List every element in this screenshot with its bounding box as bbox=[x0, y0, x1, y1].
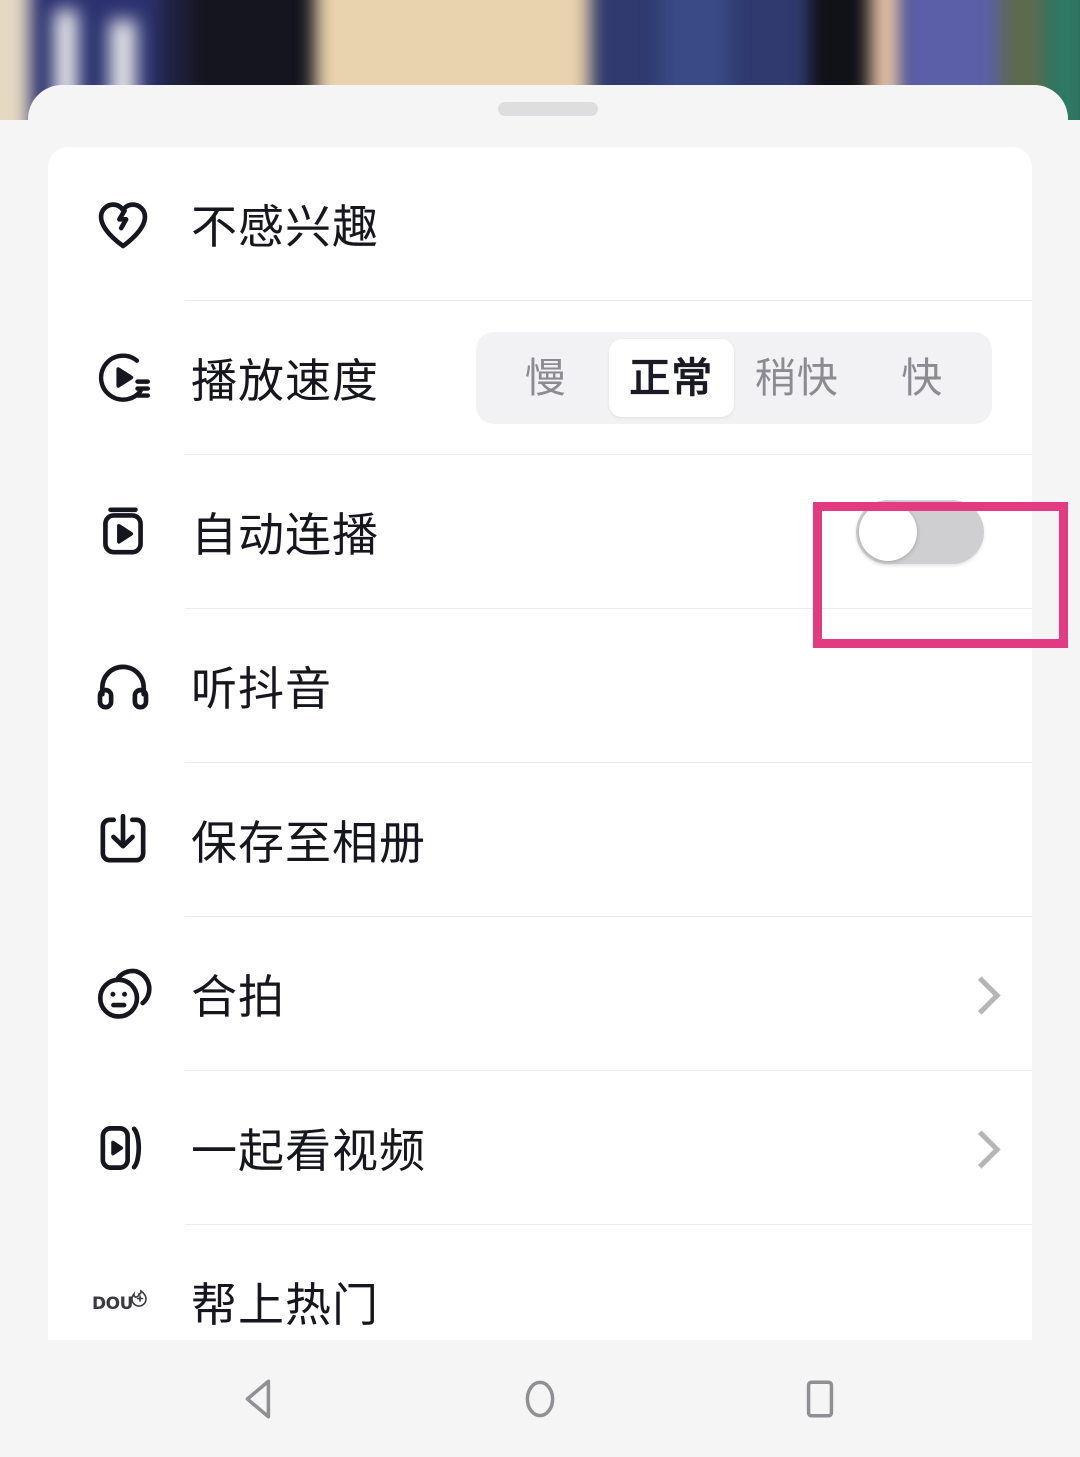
chevron-right-icon[interactable] bbox=[966, 1131, 986, 1165]
duet-face-icon bbox=[90, 961, 156, 1027]
auto-play-toggle[interactable] bbox=[856, 500, 984, 564]
duet-chevron-wrap bbox=[966, 977, 992, 1011]
menu-item-play-speed[interactable]: 播放速度 慢 正常 稍快 快 bbox=[48, 301, 1032, 455]
menu-item-auto-play[interactable]: 自动连播 bbox=[48, 455, 1032, 609]
menu-item-label: 听抖音 bbox=[191, 663, 332, 715]
menu-item-duet[interactable]: 合拍 bbox=[48, 917, 1032, 1071]
nav-recents-button[interactable] bbox=[775, 1354, 865, 1444]
speed-option-slow[interactable]: 慢 bbox=[483, 339, 609, 417]
nav-back-button[interactable] bbox=[215, 1354, 305, 1444]
menu-item-label: 保存至相册 bbox=[191, 817, 426, 869]
options-menu-card: 不感兴趣 播放速度 慢 正常 稍快 快 自动连播 听抖音 保存至相册 合拍 一起… bbox=[48, 147, 1032, 1340]
speed-option-normal[interactable]: 正常 bbox=[608, 339, 734, 417]
play-speed-segmented-control[interactable]: 慢 正常 稍快 快 bbox=[476, 332, 992, 424]
speed-option-fast[interactable]: 快 bbox=[860, 339, 986, 417]
menu-item-listen-douyin[interactable]: 听抖音 bbox=[48, 609, 1032, 763]
android-nav-bar bbox=[0, 1340, 1080, 1457]
speed-control-wrap: 慢 正常 稍快 快 bbox=[476, 332, 992, 424]
nav-home-button[interactable] bbox=[495, 1354, 585, 1444]
bottom-sheet: 不感兴趣 播放速度 慢 正常 稍快 快 自动连播 听抖音 保存至相册 合拍 一起… bbox=[28, 85, 1068, 1340]
headphones-icon bbox=[90, 653, 156, 719]
menu-item-label: 合拍 bbox=[191, 971, 285, 1023]
dou-plus-icon: DOU bbox=[90, 1269, 156, 1335]
download-icon bbox=[90, 807, 156, 873]
auto-play-icon bbox=[90, 499, 156, 565]
menu-item-save-to-album[interactable]: 保存至相册 bbox=[48, 763, 1032, 917]
play-speed-icon bbox=[90, 345, 156, 411]
drag-handle[interactable] bbox=[498, 102, 598, 116]
menu-item-label: 播放速度 bbox=[191, 355, 379, 407]
menu-item-label: 帮上热门 bbox=[191, 1279, 379, 1331]
menu-item-label: 不感兴趣 bbox=[191, 201, 379, 253]
menu-item-label: 一起看视频 bbox=[191, 1125, 426, 1177]
speed-option-faster[interactable]: 稍快 bbox=[734, 339, 860, 417]
phone-screen: 不感兴趣 播放速度 慢 正常 稍快 快 自动连播 听抖音 保存至相册 合拍 一起… bbox=[0, 0, 1080, 1457]
toggle-knob bbox=[859, 503, 917, 561]
chevron-right-icon[interactable] bbox=[966, 977, 986, 1011]
watch-together-icon bbox=[90, 1115, 156, 1181]
menu-item-label: 自动连播 bbox=[191, 509, 379, 561]
auto-play-toggle-wrap bbox=[856, 500, 992, 564]
watch-together-chevron-wrap bbox=[966, 1131, 992, 1165]
menu-item-not-interested[interactable]: 不感兴趣 bbox=[48, 147, 1032, 301]
svg-text:DOU: DOU bbox=[92, 1294, 133, 1314]
broken-heart-icon bbox=[90, 191, 156, 257]
menu-item-promote[interactable]: DOU 帮上热门 bbox=[48, 1225, 1032, 1340]
menu-item-watch-together[interactable]: 一起看视频 bbox=[48, 1071, 1032, 1225]
